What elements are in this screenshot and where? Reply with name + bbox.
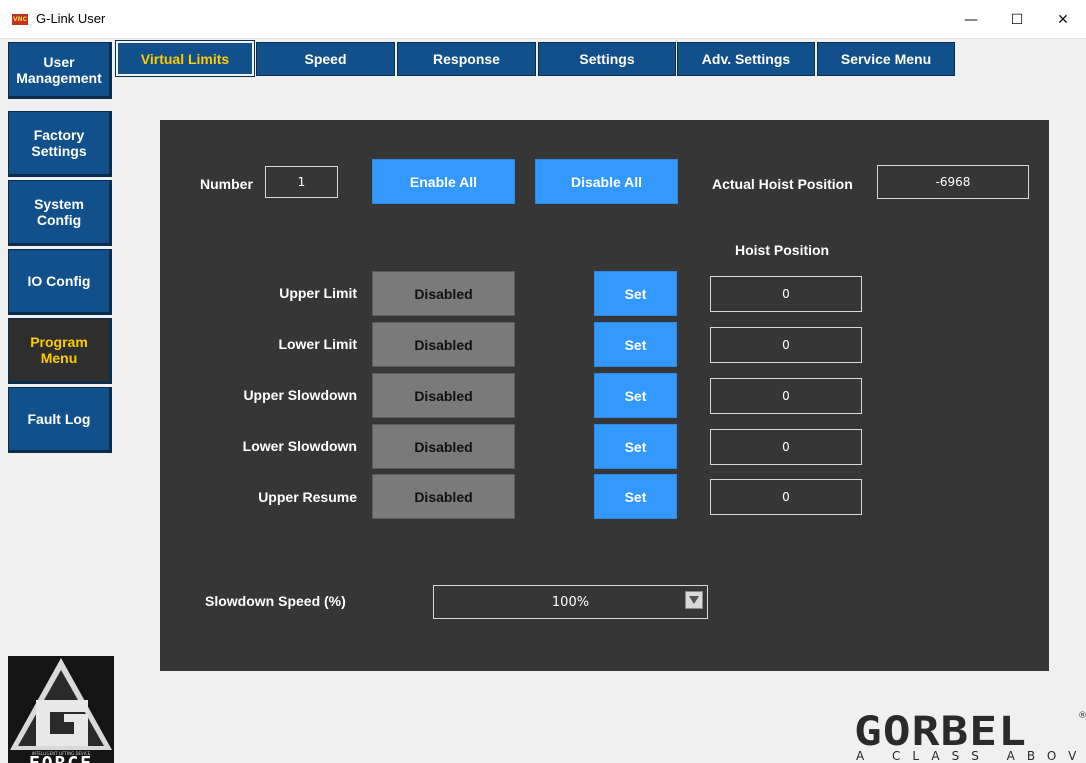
window-title: G-Link User <box>36 11 106 26</box>
sidebar-item-system-config[interactable]: System Config <box>8 180 112 246</box>
gforce-wordmark: FORCE <box>8 753 114 763</box>
sidebar-item-fault-log[interactable]: Fault Log <box>8 387 112 453</box>
actual-hoist-position-label: Actual Hoist Position <box>712 176 853 192</box>
lower-slowdown-set-button[interactable]: Set <box>594 424 677 469</box>
upper-resume-position-field[interactable]: 0 <box>710 479 862 515</box>
number-field[interactable]: 1 <box>265 166 338 198</box>
number-label: Number <box>200 176 253 192</box>
lower-limit-toggle[interactable]: Disabled <box>372 322 515 367</box>
tab-service-menu[interactable]: Service Menu <box>817 42 955 76</box>
lower-slowdown-label: Lower Slowdown <box>242 438 357 454</box>
hoist-position-header: Hoist Position <box>735 242 830 258</box>
sidebar-item-factory-settings[interactable]: Factory Settings <box>8 111 112 177</box>
minimize-button[interactable]: — <box>948 0 994 39</box>
lower-slowdown-position-field[interactable]: 0 <box>710 429 862 465</box>
lower-limit-label: Lower Limit <box>278 336 357 352</box>
lower-slowdown-toggle[interactable]: Disabled <box>372 424 515 469</box>
upper-slowdown-set-button[interactable]: Set <box>594 373 677 418</box>
tab-speed[interactable]: Speed <box>256 42 395 76</box>
upper-slowdown-toggle[interactable]: Disabled <box>372 373 515 418</box>
enable-all-button[interactable]: Enable All <box>372 159 515 204</box>
gorbel-registered-mark: ® <box>1078 711 1086 721</box>
sidebar-item-user-management[interactable]: User Management <box>8 42 112 99</box>
actual-hoist-position-field: -6968 <box>877 165 1029 199</box>
upper-limit-position-field[interactable]: 0 <box>710 276 862 312</box>
upper-resume-label: Upper Resume <box>258 489 357 505</box>
app-icon: VNC <box>12 14 28 25</box>
virtual-limits-panel: Number 1 Enable All Disable All Actual H… <box>160 120 1049 671</box>
upper-slowdown-label: Upper Slowdown <box>243 387 357 403</box>
tab-virtual-limits[interactable]: Virtual Limits <box>115 40 255 77</box>
lower-limit-position-field[interactable]: 0 <box>710 327 862 363</box>
slowdown-speed-label: Slowdown Speed (%) <box>205 593 346 609</box>
tab-adv-settings[interactable]: Adv. Settings <box>677 42 815 76</box>
slowdown-speed-dropdown[interactable]: 100% <box>433 585 708 619</box>
gorbel-tagline: A CLASS ABOVE <box>856 749 1086 763</box>
lower-limit-set-button[interactable]: Set <box>594 322 677 367</box>
close-button[interactable]: ✕ <box>1040 0 1086 39</box>
upper-limit-label: Upper Limit <box>279 285 357 301</box>
upper-resume-toggle[interactable]: Disabled <box>372 474 515 519</box>
gforce-logo: INTELLIGENT LIFTING DEVICE FORCE <box>8 656 114 763</box>
sidebar-item-io-config[interactable]: IO Config <box>8 249 112 315</box>
upper-limit-set-button[interactable]: Set <box>594 271 677 316</box>
gorbel-logo: GORBEL ® A CLASS ABOVE <box>846 709 1086 763</box>
chevron-down-icon[interactable] <box>685 591 703 609</box>
title-bar: VNC G-Link User — ☐ ✕ <box>0 0 1086 39</box>
sidebar-item-program-menu[interactable]: Program Menu <box>8 318 112 384</box>
tab-settings[interactable]: Settings <box>538 42 676 76</box>
disable-all-button[interactable]: Disable All <box>535 159 678 204</box>
tab-response[interactable]: Response <box>397 42 536 76</box>
upper-resume-set-button[interactable]: Set <box>594 474 677 519</box>
maximize-button[interactable]: ☐ <box>994 0 1040 39</box>
upper-slowdown-position-field[interactable]: 0 <box>710 378 862 414</box>
slowdown-speed-value: 100% <box>551 594 590 610</box>
upper-limit-toggle[interactable]: Disabled <box>372 271 515 316</box>
